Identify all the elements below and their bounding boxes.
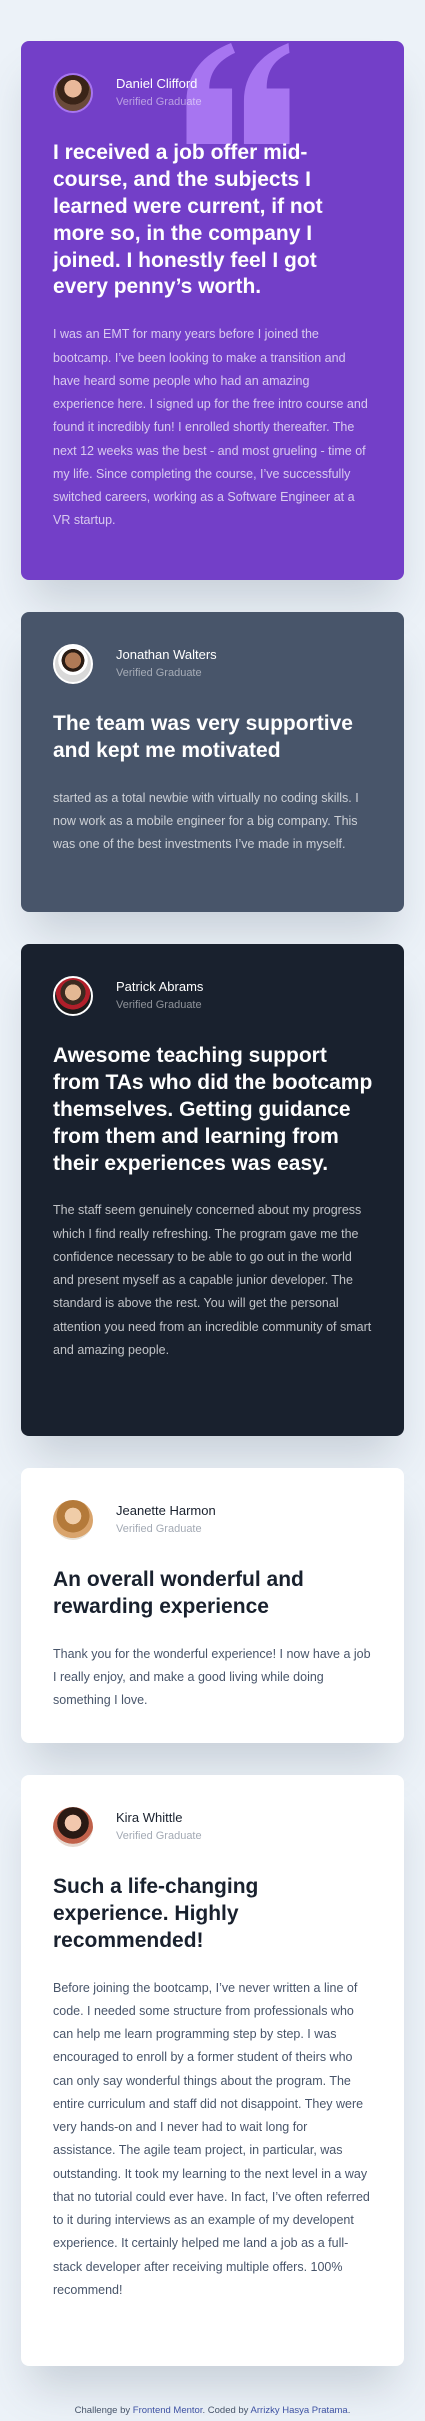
testimonial-card-jonathan: Jonathan Walters Verified Graduate The t… bbox=[21, 612, 404, 912]
testimonial-card-daniel: Daniel Clifford Verified Graduate I rece… bbox=[21, 41, 404, 580]
attribution-footer: Challenge by Frontend Mentor. Coded by A… bbox=[0, 2405, 425, 2416]
testimonial-headline: I received a job offer mid-course, and t… bbox=[53, 141, 323, 299]
testimonial-headline: An overall wonderful and rewarding exper… bbox=[53, 1568, 304, 1618]
avatar-jonathan bbox=[53, 644, 93, 684]
avatar-daniel bbox=[53, 73, 93, 113]
avatar-jeanette bbox=[53, 1500, 93, 1540]
testimonial-author: Daniel Clifford Verified Graduate bbox=[53, 72, 373, 114]
testimonial-author: Jonathan Walters Verified Graduate bbox=[53, 643, 373, 685]
author-role: Verified Graduate bbox=[116, 999, 202, 1011]
footer-suffix: . bbox=[347, 2405, 351, 2416]
testimonial-body: started as a total newbie with virtually… bbox=[53, 790, 359, 852]
testimonial-body: Thank you for the wonderful experience! … bbox=[53, 1646, 371, 1708]
author-role: Verified Graduate bbox=[116, 1523, 202, 1535]
testimonial-body: Before joining the bootcamp, I’ve never … bbox=[53, 1980, 370, 2297]
testimonial-card-jeanette: Jeanette Harmon Verified Graduate An ove… bbox=[21, 1468, 404, 1743]
author-name: Daniel Clifford bbox=[116, 76, 198, 91]
avatar-patrick bbox=[53, 976, 93, 1016]
author-name: Kira Whittle bbox=[116, 1810, 183, 1825]
testimonial-card-kira: Kira Whittle Verified Graduate Such a li… bbox=[21, 1775, 404, 2366]
author-link[interactable]: Arrizky Hasya Pratama bbox=[251, 2405, 348, 2416]
avatar-kira bbox=[53, 1807, 93, 1847]
testimonial-author: Patrick Abrams Verified Graduate bbox=[53, 975, 373, 1017]
testimonial-headline: Such a life-changing experience. Highly … bbox=[53, 1875, 259, 1952]
footer-middle: . Coded by bbox=[202, 2405, 251, 2416]
frontend-mentor-link[interactable]: Frontend Mentor bbox=[133, 2405, 203, 2416]
author-name: Patrick Abrams bbox=[116, 979, 204, 994]
author-name: Jeanette Harmon bbox=[116, 1503, 216, 1518]
author-role: Verified Graduate bbox=[116, 667, 202, 679]
testimonial-headline: Awesome teaching support from TAs who di… bbox=[53, 1044, 373, 1175]
testimonial-headline: The team was very supportive and kept me… bbox=[53, 712, 353, 762]
testimonial-author: Jeanette Harmon Verified Graduate bbox=[53, 1499, 373, 1541]
testimonial-card-patrick: Patrick Abrams Verified Graduate Awesome… bbox=[21, 944, 404, 1436]
testimonial-body: The staff seem genuinely concerned about… bbox=[53, 1203, 372, 1357]
author-role: Verified Graduate bbox=[116, 96, 202, 108]
author-name: Jonathan Walters bbox=[116, 647, 217, 662]
testimonial-author: Kira Whittle Verified Graduate bbox=[53, 1806, 373, 1848]
footer-prefix: Challenge by bbox=[74, 2405, 133, 2416]
author-role: Verified Graduate bbox=[116, 1830, 202, 1842]
testimonial-body: I was an EMT for many years before I joi… bbox=[53, 327, 368, 528]
